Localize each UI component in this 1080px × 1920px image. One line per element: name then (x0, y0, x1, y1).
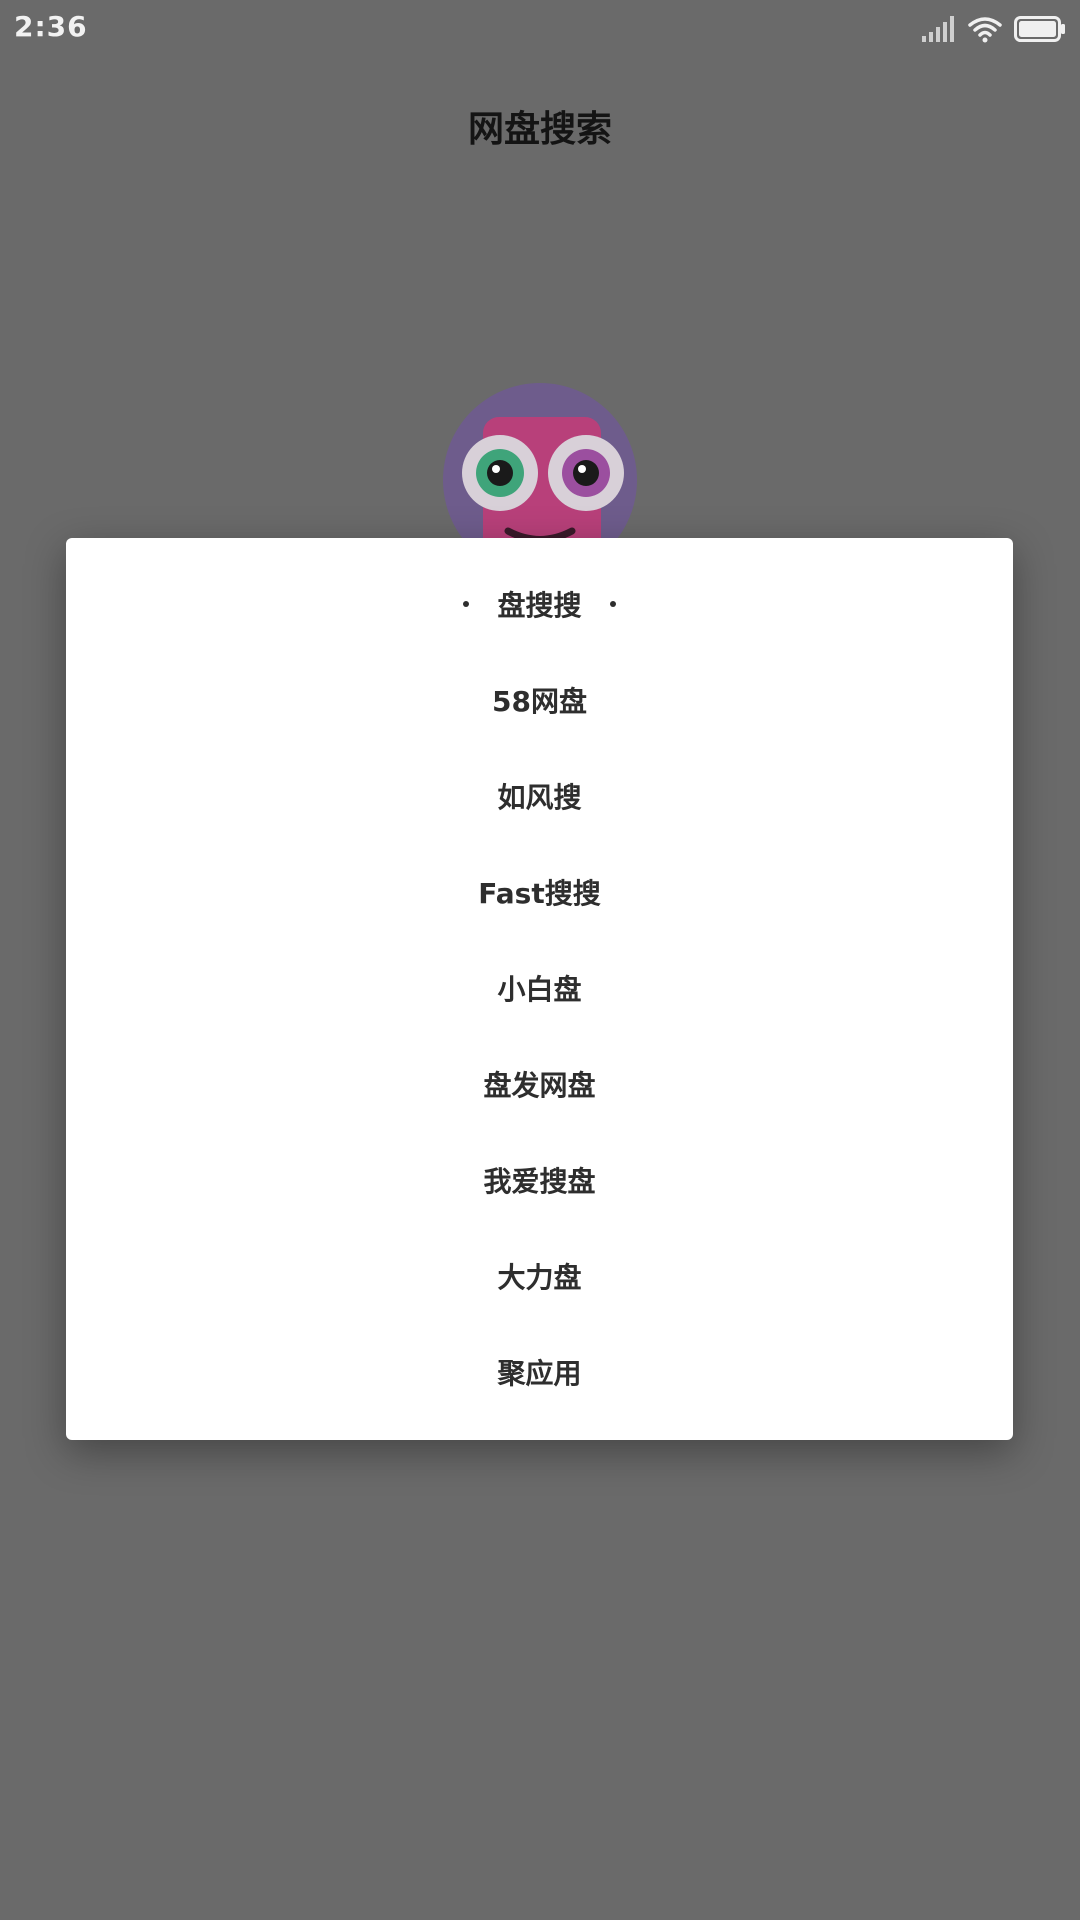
search-engine-dialog: 盘搜搜 58网盘 如风搜 Fast搜搜 小白盘 盘发网盘 我爱搜盘 大力盘 聚应… (66, 538, 1013, 1440)
option-panfa-wangpan[interactable]: 盘发网盘 (66, 1036, 1013, 1132)
selected-indicator-right (609, 601, 616, 607)
option-juyingyong[interactable]: 聚应用 (66, 1324, 1013, 1420)
option-dalipan[interactable]: 大力盘 (66, 1228, 1013, 1324)
option-rufengsou[interactable]: 如风搜 (66, 748, 1013, 844)
option-panss[interactable]: 盘搜搜 (66, 556, 1013, 652)
option-label: 我爱搜盘 (483, 1165, 596, 1198)
option-label: Fast搜搜 (478, 877, 601, 910)
wifi-icon (968, 17, 1002, 43)
selected-indicator-left (463, 601, 470, 607)
page-title: 网盘搜索 (467, 109, 612, 150)
option-label: 如风搜 (497, 781, 582, 814)
option-xiaobaipan[interactable]: 小白盘 (66, 940, 1013, 1036)
option-label: 聚应用 (497, 1357, 582, 1390)
option-58-wangpan[interactable]: 58网盘 (66, 652, 1013, 748)
option-fast-soso[interactable]: Fast搜搜 (66, 844, 1013, 940)
signal-icon (922, 16, 954, 42)
option-woai-soupan[interactable]: 我爱搜盘 (66, 1132, 1013, 1228)
status-time: 2:36 (14, 10, 88, 43)
battery-icon (1014, 16, 1065, 42)
status-bar: 2:36 (0, 0, 1080, 58)
status-icons (922, 14, 1066, 44)
option-label: 盘搜搜 (497, 589, 582, 622)
option-label: 盘发网盘 (483, 1069, 596, 1102)
option-label: 小白盘 (497, 973, 582, 1006)
option-label: 大力盘 (497, 1261, 582, 1294)
option-label: 58网盘 (492, 685, 587, 718)
